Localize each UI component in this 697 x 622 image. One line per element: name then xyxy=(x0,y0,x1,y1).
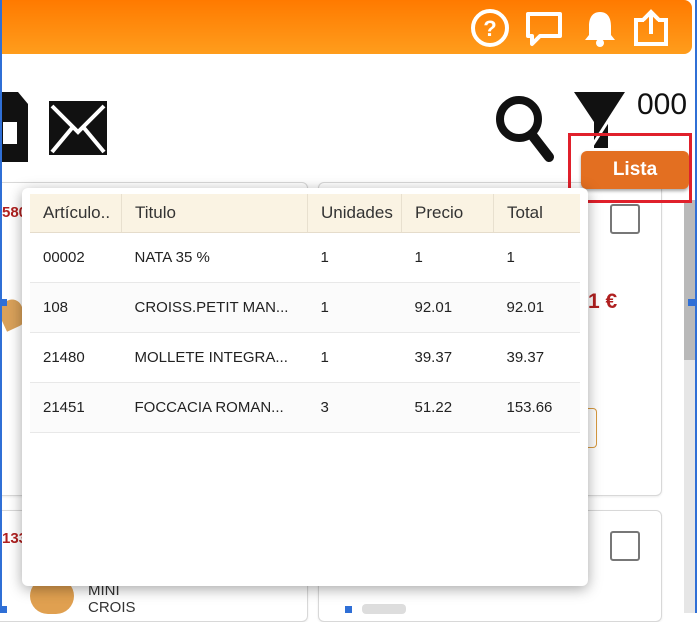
cell-unidades: 3 xyxy=(307,382,402,433)
document-icon[interactable] xyxy=(0,92,30,162)
quantity-field-edge[interactable] xyxy=(588,408,597,448)
selection-handle[interactable] xyxy=(345,606,352,613)
product-name-fragment: CROIS xyxy=(88,599,136,616)
share-icon[interactable] xyxy=(631,8,671,48)
column-header-unidades[interactable]: Unidades xyxy=(307,194,402,233)
table-row[interactable]: 00002 NATA 35 % 1 1 1 xyxy=(30,232,580,283)
cell-precio: 39.37 xyxy=(401,332,494,383)
order-list-table: Artículo.. Titulo Unidades Precio Total … xyxy=(30,194,580,433)
cell-unidades: 1 xyxy=(307,232,402,283)
item-count: 000 xyxy=(637,88,688,121)
selection-handle[interactable] xyxy=(0,606,7,613)
list-popup: Artículo.. Titulo Unidades Precio Total … xyxy=(22,188,588,586)
search-icon[interactable] xyxy=(495,95,555,163)
cell-articulo: 21451 xyxy=(30,382,122,433)
cell-titulo: FOCCACIA ROMAN... xyxy=(121,382,308,433)
selection-handle[interactable] xyxy=(0,299,7,306)
column-header-total[interactable]: Total xyxy=(493,194,580,233)
cell-precio: 92.01 xyxy=(401,282,494,333)
cell-unidades: 1 xyxy=(307,282,402,333)
cell-total: 92.01 xyxy=(493,282,580,333)
top-bar: ? xyxy=(0,0,692,54)
help-icon[interactable]: ? xyxy=(470,8,510,48)
table-row[interactable]: 21451 FOCCACIA ROMAN... 3 51.22 153.66 xyxy=(30,382,580,433)
select-checkbox[interactable] xyxy=(610,204,640,234)
cell-precio: 51.22 xyxy=(401,382,494,433)
select-checkbox[interactable] xyxy=(610,531,640,561)
cell-articulo: 108 xyxy=(30,282,122,333)
cell-total: 1 xyxy=(493,232,580,283)
cell-articulo: 21480 xyxy=(30,332,122,383)
column-header-articulo[interactable]: Artículo.. xyxy=(30,194,122,233)
cell-titulo: CROISS.PETIT MAN... xyxy=(121,282,308,333)
selection-edge xyxy=(0,0,2,613)
bell-icon[interactable] xyxy=(580,8,620,48)
table-row[interactable]: 21480 MOLLETE INTEGRA... 1 39.37 39.37 xyxy=(30,332,580,383)
column-header-precio[interactable]: Precio xyxy=(401,194,494,233)
cell-articulo: 00002 xyxy=(30,232,122,283)
column-header-titulo[interactable]: Titulo xyxy=(121,194,308,233)
price-label: 1 € xyxy=(588,290,618,313)
cell-unidades: 1 xyxy=(307,332,402,383)
svg-text:?: ? xyxy=(483,16,496,41)
mail-icon[interactable] xyxy=(48,100,108,156)
chat-icon[interactable] xyxy=(524,8,564,48)
cell-precio: 1 xyxy=(401,232,494,283)
table-header-row: Artículo.. Titulo Unidades Precio Total xyxy=(30,194,580,233)
cell-total: 153.66 xyxy=(493,382,580,433)
cell-total: 39.37 xyxy=(493,332,580,383)
selection-handle[interactable] xyxy=(688,299,695,306)
cell-titulo: MOLLETE INTEGRA... xyxy=(121,332,308,383)
table-row[interactable]: 108 CROISS.PETIT MAN... 1 92.01 92.01 xyxy=(30,282,580,333)
cell-titulo: NATA 35 % xyxy=(121,232,308,283)
